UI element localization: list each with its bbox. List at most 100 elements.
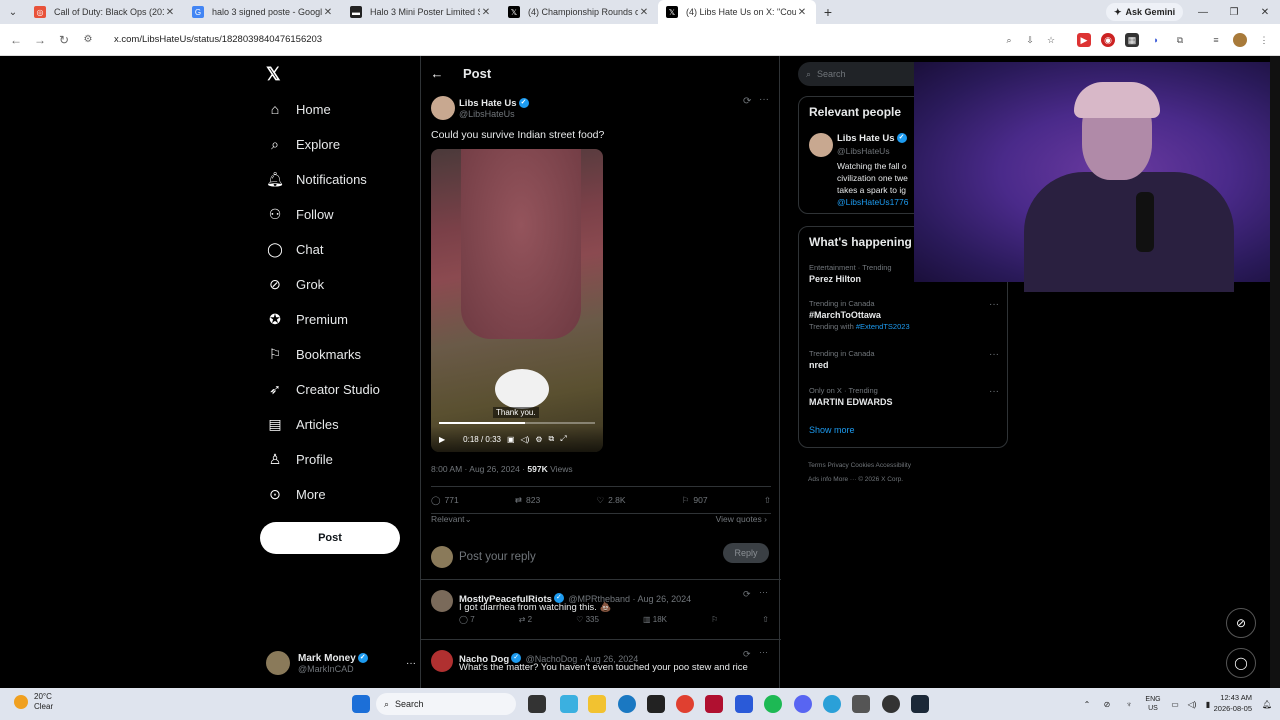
app-icon[interactable]	[705, 695, 723, 713]
more-dots-icon[interactable]: ···	[759, 94, 769, 105]
fullscreen-icon[interactable]: ⤢	[560, 434, 566, 444]
browser-tab-1[interactable]: ◎ Call of Duty: Black Ops (2010) V ✕	[26, 0, 184, 24]
more-dots-icon[interactable]: ···	[989, 349, 999, 360]
play-icon[interactable]: ▶	[439, 435, 445, 444]
close-icon[interactable]: ✕	[164, 7, 176, 18]
nav-profile[interactable]: ♙ Profile	[266, 444, 333, 474]
trend-item[interactable]: Only on X · Trending MARTIN EDWARDS ···	[809, 386, 999, 407]
nav-more[interactable]: ⊙ More	[266, 479, 326, 509]
steam-icon[interactable]	[911, 695, 929, 713]
account-switcher[interactable]: Mark Money ✓ @MarkInCAD ···	[266, 646, 416, 680]
back-arrow-icon[interactable]: ←	[4, 33, 28, 47]
app-icon[interactable]	[647, 695, 665, 713]
captions-icon[interactable]: ▣	[507, 435, 515, 444]
spotify-icon[interactable]	[764, 695, 782, 713]
more-dots-icon[interactable]: ···	[759, 587, 768, 597]
puzzle-icon[interactable]: ⧉	[1173, 33, 1187, 47]
install-icon[interactable]: ⇩	[1023, 33, 1037, 47]
nav-home[interactable]: ⌂ Home	[266, 94, 331, 124]
bookmark-icon[interactable]: ⚐	[711, 615, 718, 624]
weather-widget[interactable]: 20°C Clear	[14, 692, 53, 712]
close-icon[interactable]: ✕	[638, 7, 650, 18]
volume-icon[interactable]: ◁)	[1184, 700, 1200, 709]
windows-start-icon[interactable]	[352, 695, 370, 713]
share-icon[interactable]: ⇧	[764, 495, 771, 506]
more-dots-icon[interactable]: ···	[759, 647, 768, 657]
more-dots-icon[interactable]: ···	[989, 299, 999, 310]
nav-follow[interactable]: ⚇ Follow	[266, 199, 334, 229]
nav-bookmarks[interactable]: ⚐ Bookmarks	[266, 339, 361, 369]
extension-icon[interactable]: ▦	[1125, 33, 1139, 47]
close-icon[interactable]: ✕	[480, 7, 492, 18]
nav-explore[interactable]: ⌕ Explore	[266, 129, 340, 159]
display-icon[interactable]: ▭	[1166, 700, 1184, 709]
discord-icon[interactable]	[794, 695, 812, 713]
copilot-icon[interactable]	[560, 695, 578, 713]
tab-search-menu-icon[interactable]: ⌄	[0, 0, 26, 24]
maximize-icon[interactable]: ❐	[1218, 0, 1250, 24]
reply-item[interactable]: Nacho Dog ✓ @NachoDog · Aug 26, 2024 What…	[421, 644, 781, 688]
chrome-icon[interactable]	[676, 695, 694, 713]
reload-icon[interactable]: ↻	[52, 33, 76, 47]
grok-icon[interactable]: ⟳	[743, 589, 751, 600]
microphone-icon[interactable]: ♆	[1118, 700, 1140, 709]
language-indicator[interactable]: ENG US	[1140, 695, 1166, 713]
extension-icon[interactable]: ◗	[1149, 33, 1163, 47]
forward-arrow-icon[interactable]: →	[28, 33, 52, 47]
settings-icon[interactable]: ⚙	[535, 435, 542, 444]
app-icon[interactable]	[852, 695, 870, 713]
grok-icon[interactable]: ⟳	[743, 649, 751, 660]
more-dots-icon[interactable]: ···	[989, 386, 999, 397]
avatar[interactable]	[431, 590, 453, 612]
video-player[interactable]: Thank you. ▶ 0:18 / 0:33 ▣ ◁) ⚙ ⧉ ⤢	[431, 149, 603, 452]
close-icon[interactable]: ✕	[322, 7, 334, 18]
nav-notifications[interactable]: 🔔︎ Notifications	[266, 164, 367, 194]
profile-link[interactable]: @LibsHateUs1776	[837, 196, 908, 208]
profile-avatar-icon[interactable]	[1233, 33, 1247, 47]
nav-grok[interactable]: ⊘ Grok	[266, 269, 324, 299]
nav-premium[interactable]: ✪ Premium	[266, 304, 348, 334]
browser-tab-3[interactable]: ▬ Halo 3 Mini Poster Limited Sig ✕	[342, 0, 500, 24]
repost-action[interactable]: ⇄ 2	[519, 615, 532, 624]
avatar[interactable]	[431, 650, 453, 672]
reply-button[interactable]: Reply	[723, 543, 769, 563]
pip-icon[interactable]: ⧉	[549, 434, 555, 444]
extension-icon[interactable]: ◉	[1101, 33, 1115, 47]
ask-gemini-button[interactable]: ✦ Ask Gemini	[1106, 3, 1184, 21]
grok-icon[interactable]: ⟳	[743, 96, 751, 107]
bookmark-action[interactable]: ⚐ 907	[682, 495, 708, 506]
reply-composer[interactable]: Post your reply Reply	[421, 534, 781, 580]
like-action[interactable]: ♡ 335	[576, 615, 599, 624]
browser-tab-4[interactable]: 𝕏 (4) Championship Rounds on X ✕	[500, 0, 658, 24]
edge-icon[interactable]	[618, 695, 636, 713]
trend-item[interactable]: Trending in Canada nred ···	[809, 349, 999, 370]
notification-icon[interactable]: 🔔︎	[1262, 688, 1272, 720]
reply-action[interactable]: ◯ 771	[431, 495, 459, 506]
grok-icon[interactable]: ⊘	[1226, 608, 1256, 638]
site-info-icon[interactable]: ⚙	[76, 34, 100, 45]
star-icon[interactable]: ☆	[1044, 33, 1058, 47]
reply-item[interactable]: MostlyPeacefulRiots ✓ @MPRtheband · Aug 2…	[421, 584, 781, 640]
reply-input[interactable]: Post your reply	[459, 551, 536, 563]
task-view-icon[interactable]	[528, 695, 546, 713]
telegram-icon[interactable]	[823, 695, 841, 713]
avatar[interactable]	[809, 133, 833, 157]
kebab-menu-icon[interactable]: ⋮	[1257, 33, 1271, 47]
zoom-icon[interactable]: ⌕	[1002, 33, 1016, 47]
url-field[interactable]: x.com/LibsHateUs/status/1828039840476156…	[114, 34, 322, 45]
reply-action[interactable]: ◯ 7	[459, 615, 475, 624]
extension-icon[interactable]: ▶	[1077, 33, 1091, 47]
avatar[interactable]	[431, 96, 455, 120]
new-tab-icon[interactable]: +	[816, 4, 840, 20]
like-action[interactable]: ♡ 2.8K	[596, 495, 625, 506]
app-icon[interactable]	[735, 695, 753, 713]
view-quotes-link[interactable]: View quotes ›	[716, 514, 767, 524]
repost-action[interactable]: ⇄ 823	[515, 495, 540, 506]
taskbar-search[interactable]: ⌕ Search	[376, 693, 516, 715]
x-logo-icon[interactable]: 𝕏	[266, 64, 281, 85]
browser-tab-2[interactable]: G halo 3 signed poste - Google S ✕	[184, 0, 342, 24]
video-progress-bar[interactable]	[439, 422, 595, 424]
browser-tab-5-active[interactable]: 𝕏 (4) Libs Hate Us on X: "Could yo ✕	[658, 0, 816, 24]
close-icon[interactable]: ✕	[796, 7, 808, 18]
views-action[interactable]: ▥ 18K	[643, 615, 667, 624]
